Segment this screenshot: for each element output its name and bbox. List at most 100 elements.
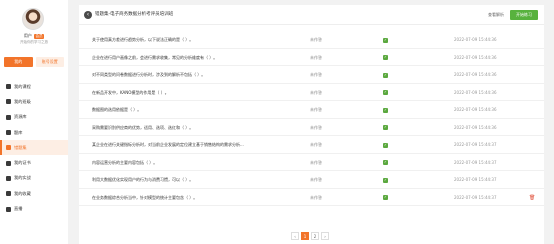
timestamp: 2022-07-09 15:44:37	[454, 177, 497, 182]
sidebar-secondary-button[interactable]: 账号设置	[35, 57, 64, 67]
status-text: 未作答	[310, 54, 322, 60]
sidebar-item-certificates[interactable]: 我的证书	[0, 155, 68, 170]
wrong-question-list: 关于使用真方差进行趋势分析，以下说法正确的是（ ）。 未作答 ✓ 2022-07-09…	[79, 31, 544, 206]
prev-page-button[interactable]: ‹	[291, 232, 299, 240]
question-text[interactable]: 内容运营分析的主要内容包括（ ）。	[92, 154, 307, 171]
sidebar-nav: 我的课程 我的班级 资源库 题库 错题集 我的证书 我的实战 我的收藏 直播	[0, 79, 68, 217]
question-text[interactable]: 在新品开发中，KANO模型的作用是（ ）。	[92, 84, 307, 101]
timestamp: 2022-07-09 15:44:36	[454, 37, 497, 42]
timestamp: 2022-07-09 15:44:37	[454, 194, 497, 200]
check-icon: ✓	[383, 142, 388, 148]
check-icon: ✓	[383, 125, 388, 130]
check-icon: ✓	[383, 37, 388, 43]
panel-header: ‹ 错题集-电子商务数据分析考评员培训班 查看解析 开始练习	[79, 5, 544, 25]
question-text[interactable]: 关于使用真方差进行趋势分析，以下说法正确的是（ ）。	[92, 31, 307, 48]
timestamp: 2022-07-09 15:44:37	[454, 142, 497, 147]
next-page-button[interactable]: ›	[321, 232, 329, 240]
course-icon	[6, 84, 11, 90]
question-text[interactable]: 数据图的选用依据是（ ）。	[92, 101, 307, 118]
sidebar: 用户 会员 开始你的学习之旅 我的 账号设置 我的课程 我的班级 资源库 题库 …	[0, 0, 68, 244]
timestamp: 2022-07-09 15:44:36	[454, 54, 497, 60]
status-text: 未作答	[310, 89, 322, 95]
timestamp: 2022-07-09 15:44:36	[454, 89, 497, 95]
question-text[interactable]: 利用大数据优化实现用户的行为与消费习惯，可以（ ）。	[92, 171, 307, 188]
pagination: ‹ 1 2 ›	[291, 232, 329, 240]
sidebar-item-label: 我的收藏	[14, 190, 31, 196]
list-item[interactable]: 在新品开发中，KANO模型的作用是（ ）。 未作答 ✓ 2022-07-09 15:4…	[79, 84, 544, 101]
sidebar-item-label: 我的课程	[14, 83, 31, 89]
timestamp: 2022-07-09 15:44:36	[454, 124, 497, 130]
check-icon: ✓	[383, 107, 388, 113]
sidebar-item-courses[interactable]: 我的课程	[0, 79, 68, 94]
favorite-icon	[6, 191, 11, 197]
sidebar-item-label: 资源库	[14, 114, 27, 120]
delete-icon[interactable]: 🗑	[529, 195, 535, 201]
sidebar-item-question-bank[interactable]: 题库	[0, 125, 68, 140]
sidebar-item-classes[interactable]: 我的班级	[0, 94, 68, 109]
sidebar-item-label: 我的班级	[14, 98, 31, 104]
check-icon: ✓	[383, 195, 388, 200]
timestamp: 2022-07-09 15:44:36	[454, 72, 497, 77]
list-item[interactable]: 数据图的选用依据是（ ）。 未作答 ✓ 2022-07-09 15:44:36	[79, 101, 544, 119]
status-text: 未作答	[310, 37, 322, 42]
sidebar-primary-button[interactable]: 我的	[4, 57, 33, 67]
sidebar-item-favorites[interactable]: 我的收藏	[0, 186, 68, 201]
page-title: 错题集-电子商务数据分析考评员培训班	[95, 12, 174, 17]
avatar[interactable]	[22, 8, 44, 30]
status-text: 未作答	[310, 124, 322, 130]
page-button-2[interactable]: 2	[311, 232, 319, 240]
list-item[interactable]: 对不同类型的问卷数据进行分析时，涉及到的解析不包括（ ）。 未作答 ✓ 2022-07…	[79, 66, 544, 84]
check-icon: ✓	[383, 55, 388, 60]
sidebar-item-wrong-questions[interactable]: 错题集	[0, 140, 68, 156]
user-name: 用户	[23, 33, 32, 38]
sidebar-item-label: 错题集	[14, 144, 27, 150]
sidebar-item-label: 直播	[14, 206, 23, 212]
list-item[interactable]: 在业务数据综合分析当中，针对模型的统计主要包含（ ）。 未作答 ✓ 2022-07-0…	[79, 189, 544, 206]
list-item[interactable]: 内容运营分析的主要内容包括（ ）。 未作答 ✓ 2022-07-09 15:44:37	[79, 154, 544, 171]
resource-icon	[6, 114, 11, 120]
list-item[interactable]: 利用大数据优化实现用户的行为与消费习惯，可以（ ）。 未作答 ✓ 2022-07-09…	[79, 171, 544, 189]
certificate-icon	[6, 160, 11, 166]
wrong-questions-icon	[6, 145, 11, 151]
status-text: 未作答	[310, 107, 322, 112]
check-icon: ✓	[383, 177, 388, 183]
page-button-1[interactable]: 1	[301, 232, 309, 240]
start-practice-button[interactable]: 开始练习	[510, 10, 538, 20]
user-subtitle: 开始你的学习之旅	[20, 40, 48, 44]
live-icon	[6, 206, 11, 212]
list-item[interactable]: 关于使用真方差进行趋势分析，以下说法正确的是（ ）。 未作答 ✓ 2022-07-09…	[79, 31, 544, 49]
list-item[interactable]: 某企业在进行关键指标分析时，对当前企业发展的定位建立基于销售结构的需求分析...…	[79, 136, 544, 154]
check-icon: ✓	[383, 72, 388, 78]
status-text: 未作答	[310, 177, 322, 182]
sidebar-buttons: 我的 账号设置	[4, 57, 64, 67]
question-text[interactable]: 企业在进行用户画像之前，会进行需求收集，常见的分析维度有（ ）。	[92, 49, 307, 66]
timestamp: 2022-07-09 15:44:36	[454, 107, 497, 112]
class-icon	[6, 99, 11, 105]
status-text: 未作答	[310, 159, 322, 165]
sidebar-item-label: 题库	[14, 129, 23, 135]
question-bank-icon	[6, 130, 11, 136]
question-text[interactable]: 对不同类型的问卷数据进行分析时，涉及到的解析不包括（ ）。	[92, 66, 307, 83]
sidebar-item-label: 我的证书	[14, 160, 31, 166]
sidebar-item-resources[interactable]: 资源库	[0, 110, 68, 125]
timestamp: 2022-07-09 15:44:37	[454, 159, 497, 165]
practice-icon	[6, 175, 11, 181]
vip-badge: 会员	[34, 34, 45, 39]
sidebar-item-live[interactable]: 直播	[0, 201, 68, 216]
question-text[interactable]: 采购需要识别供应商的优势，适用、选项、选红和（ ）。	[92, 119, 307, 136]
question-text[interactable]: 某企业在进行关键指标分析时，对当前企业发展的定位建立基于销售结构的需求分析...	[92, 136, 307, 153]
app-root: 用户 会员 开始你的学习之旅 我的 账号设置 我的课程 我的班级 资源库 题库 …	[0, 0, 554, 244]
sidebar-item-label: 我的实战	[14, 175, 31, 181]
user-info: 用户 会员	[0, 33, 68, 39]
status-text: 未作答	[310, 142, 322, 147]
list-item[interactable]: 采购需要识别供应商的优势，适用、选项、选红和（ ）。 未作答 ✓ 2022-07-09…	[79, 119, 544, 136]
back-button[interactable]: ‹	[84, 11, 92, 19]
list-item[interactable]: 企业在进行用户画像之前，会进行需求收集，常见的分析维度有（ ）。 未作答 ✓ 2022…	[79, 49, 544, 66]
check-icon: ✓	[383, 90, 388, 95]
check-icon: ✓	[383, 160, 388, 165]
question-text[interactable]: 在业务数据综合分析当中，针对模型的统计主要包含（ ）。	[92, 189, 307, 206]
main-panel: ‹ 错题集-电子商务数据分析考评员培训班 查看解析 开始练习 关于使用真方差进行…	[79, 5, 544, 244]
sidebar-item-practice[interactable]: 我的实战	[0, 171, 68, 186]
view-analysis-link[interactable]: 查看解析	[488, 11, 504, 19]
status-text: 未作答	[310, 72, 322, 77]
